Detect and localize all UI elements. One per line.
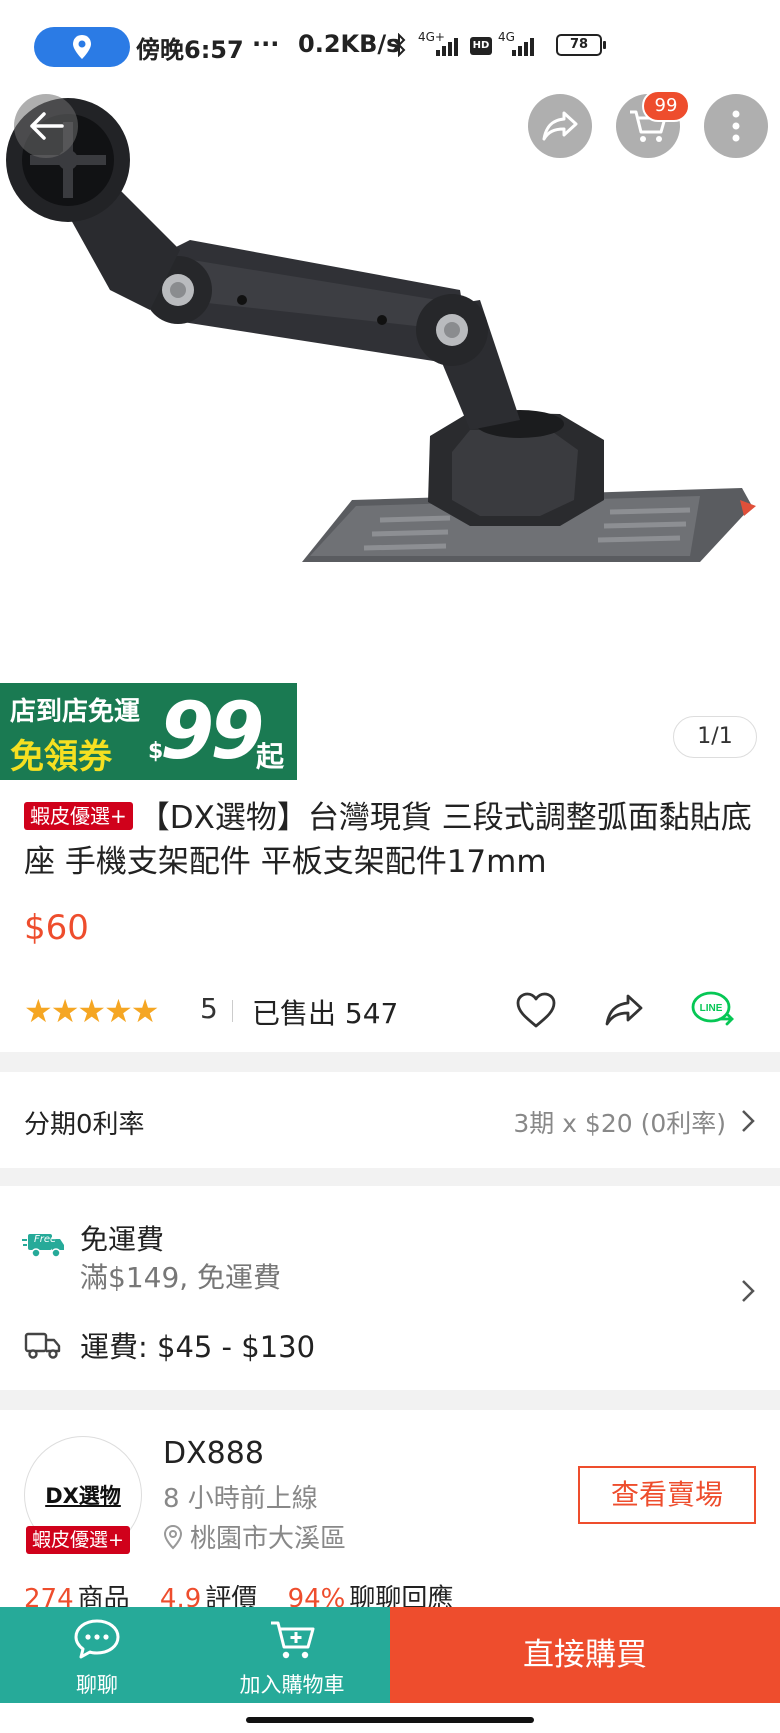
back-button[interactable] bbox=[14, 94, 78, 158]
shop-name[interactable]: DX888 bbox=[163, 1436, 264, 1471]
free-shipping-condition: 滿$149, 免運費 bbox=[80, 1261, 282, 1294]
chat-button[interactable]: 聊聊 bbox=[0, 1607, 194, 1703]
line-share-button[interactable]: LINE bbox=[690, 988, 738, 1032]
share-button[interactable] bbox=[528, 94, 592, 158]
installment-row[interactable]: 分期0利率 3期 x $20 (0利率) bbox=[0, 1072, 780, 1168]
rating-row: ★★★★★ 5 已售出 547 LINE bbox=[24, 988, 764, 1032]
free-icon-label: Free bbox=[34, 1234, 57, 1245]
section-gap bbox=[0, 1052, 780, 1072]
shop-last-online: 8 小時前上線 bbox=[163, 1484, 318, 1514]
preferred-plus-badge: 蝦皮優選+ bbox=[24, 802, 133, 830]
shipping-fee: 運費: $45 - $130 bbox=[80, 1330, 316, 1364]
shipping-section[interactable]: Free 免運費 滿$149, 免運費 運費: $45 - $130 bbox=[0, 1186, 780, 1390]
free-shipping-title: 免運費 bbox=[80, 1223, 165, 1256]
share-product-button[interactable] bbox=[600, 988, 648, 1032]
location-pin-icon bbox=[163, 1524, 183, 1550]
svg-text:LINE: LINE bbox=[700, 1003, 723, 1014]
chevron-right-icon bbox=[742, 1110, 755, 1132]
section-gap bbox=[0, 1390, 780, 1410]
shop-preferred-badge: 蝦皮優選+ bbox=[26, 1526, 130, 1554]
share-arrow-icon bbox=[605, 994, 643, 1026]
cart-count-badge: 99 bbox=[642, 90, 690, 122]
line-share-icon: LINE bbox=[691, 991, 734, 1026]
installment-value: 3期 x $20 (0利率) bbox=[513, 1109, 726, 1138]
sold-count: 已售出 547 bbox=[252, 997, 399, 1030]
bottom-action-bar: 聊聊 加入購物車 直接購買 bbox=[0, 1607, 780, 1703]
product-title: 【DX選物】台灣現貨 三段式調整弧面黏貼底座 手機支架配件 平板支架配件17mm bbox=[24, 800, 752, 880]
installment-label: 分期0利率 bbox=[24, 1110, 145, 1140]
more-button[interactable] bbox=[704, 94, 768, 158]
section-gap bbox=[0, 1168, 780, 1186]
rating-value: 5 bbox=[200, 992, 218, 1025]
arrow-left-icon bbox=[30, 112, 64, 140]
product-title-block: 蝦皮優選+ 【DX選物】台灣現貨 三段式調整弧面黏貼底座 手機支架配件 平板支架配… bbox=[24, 796, 764, 884]
chat-label: 聊聊 bbox=[76, 1673, 118, 1697]
chevron-right-icon bbox=[742, 1280, 755, 1302]
shop-section: DX選物 蝦皮優選+ DX888 8 小時前上線 桃園市大溪區 查看賣場 274… bbox=[0, 1410, 780, 1614]
chat-bubble-icon bbox=[74, 1619, 120, 1659]
add-to-cart-icon bbox=[271, 1621, 315, 1659]
product-price: $60 bbox=[24, 908, 89, 948]
chat-icon-wrap bbox=[0, 1617, 194, 1661]
shop-location: 桃園市大溪區 bbox=[190, 1524, 347, 1554]
promo-amount: 99 bbox=[160, 687, 265, 777]
share-arrow-icon bbox=[542, 111, 578, 141]
add-to-cart-button[interactable]: 加入購物車 bbox=[194, 1607, 390, 1703]
buy-now-button[interactable]: 直接購買 bbox=[390, 1607, 780, 1703]
truck-icon bbox=[24, 1332, 61, 1359]
product-image[interactable]: 99 店到店免運 免領券 $ 99 起 1/1 bbox=[0, 0, 780, 780]
rating-stars[interactable]: ★★★★★ bbox=[24, 992, 159, 1030]
free-shipping-promo-banner[interactable]: 店到店免運 免領券 $ 99 起 bbox=[0, 683, 297, 780]
divider bbox=[232, 1000, 233, 1022]
promo-line-1: 店到店免運 bbox=[10, 697, 141, 727]
cart-icon-wrap bbox=[194, 1617, 390, 1661]
promo-line-2: 免領券 bbox=[10, 737, 112, 777]
heart-icon bbox=[516, 992, 556, 1028]
like-button[interactable] bbox=[512, 988, 560, 1032]
shop-avatar-name: DX選物 bbox=[45, 1484, 121, 1508]
view-shop-button[interactable]: 查看賣場 bbox=[578, 1466, 756, 1524]
more-vertical-icon bbox=[732, 110, 740, 142]
add-to-cart-label: 加入購物車 bbox=[239, 1673, 345, 1697]
home-indicator[interactable] bbox=[246, 1717, 534, 1723]
promo-suffix: 起 bbox=[256, 740, 285, 773]
gallery-page-indicator: 1/1 bbox=[673, 716, 757, 758]
